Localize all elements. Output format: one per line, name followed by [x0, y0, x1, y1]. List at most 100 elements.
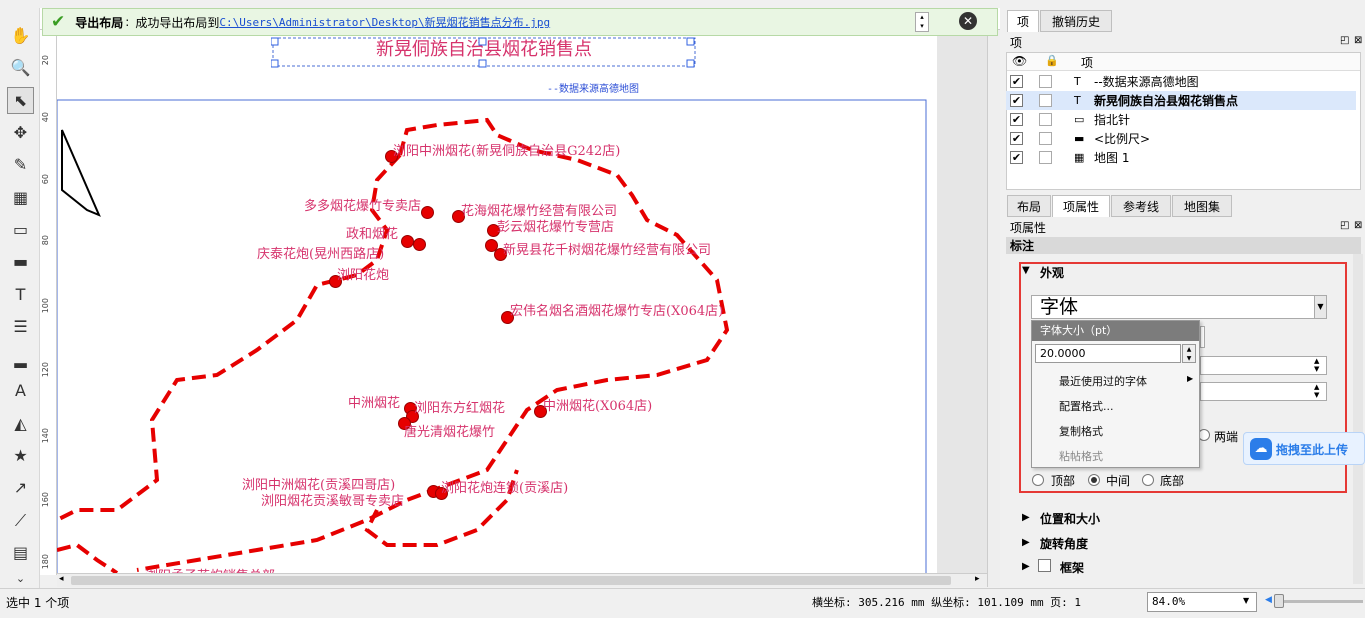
add-map-icon[interactable]: ▭	[7, 216, 34, 243]
message-stepper-icon[interactable]: ▴ ▾	[915, 12, 929, 32]
valign-middle-radio[interactable]	[1088, 474, 1100, 486]
add-shape-icon[interactable]: ◭	[7, 410, 34, 437]
font-size-input[interactable]: 20.0000	[1035, 344, 1181, 363]
lock-checkbox[interactable]	[1039, 75, 1052, 88]
zoom-icon[interactable]: 🔍	[7, 54, 34, 81]
ruler-label: 60	[41, 174, 50, 185]
add-label-icon[interactable]: T	[7, 281, 34, 308]
add-nodes-icon[interactable]: ⟋	[7, 507, 34, 534]
tab-undo-history[interactable]: 撤销历史	[1040, 10, 1112, 32]
font-size-spin-icon[interactable]: ▲ ▼	[1182, 344, 1196, 363]
layer-row[interactable]: ✔ ▬ <比例尺>	[1006, 129, 1356, 148]
status-bar: 选中 1 个项 横坐标: 305.216 mm 纵坐标: 101.109 mm …	[0, 588, 1365, 618]
font-button[interactable]: 字体	[1031, 295, 1316, 319]
visibility-checkbox[interactable]: ✔	[1010, 132, 1023, 145]
ruler-vertical: 20 40 60 80 100 120 140 160 180	[40, 30, 57, 575]
lock-checkbox[interactable]	[1039, 132, 1052, 145]
add-3d-map-icon[interactable]: ▦	[7, 184, 34, 211]
store-label: 中洲烟花(X064店)	[543, 399, 653, 414]
frame-checkbox[interactable]	[1038, 559, 1051, 572]
zoom-slider-left-icon[interactable]: ◀	[1265, 595, 1272, 605]
lock-checkbox[interactable]	[1039, 113, 1052, 126]
menu-configure-format[interactable]: 配置格式...	[1059, 398, 1114, 414]
tab-item-properties[interactable]: 项属性	[1052, 195, 1110, 217]
store-label: 政和烟花	[346, 227, 399, 242]
justify-label: 两端	[1214, 430, 1239, 444]
select-arrow-icon[interactable]: ⬉	[7, 87, 34, 114]
section-rotation[interactable]: 旋转角度	[1040, 535, 1088, 552]
scroll-right-icon[interactable]: ▸	[975, 574, 980, 584]
visibility-checkbox[interactable]: ✔	[1010, 113, 1023, 126]
tab-atlas[interactable]: 地图集	[1172, 195, 1232, 217]
tab-items[interactable]: 项	[1007, 10, 1039, 32]
font-size-header: 字体大小（pt）	[1032, 321, 1199, 341]
zoom-slider-handle[interactable]	[1274, 594, 1284, 608]
visibility-checkbox[interactable]: ✔	[1010, 151, 1023, 164]
horizontal-scrollbar[interactable]: ◂ ▸	[57, 573, 987, 587]
spin-arrows-icon[interactable]: ▲ ▼	[1314, 383, 1319, 399]
move-content-icon[interactable]: ✥	[7, 119, 34, 146]
vertical-scrollbar[interactable]	[987, 30, 1000, 587]
message-title: 导出布局	[75, 15, 124, 30]
float-panel-icon[interactable]: ◰	[1340, 35, 1349, 46]
float-panel-icon[interactable]: ◰	[1340, 220, 1349, 231]
cloud-upload-icon: ☁	[1250, 438, 1272, 460]
add-legend-icon[interactable]: ☰	[7, 313, 34, 340]
add-scalebar-icon[interactable]: ▂	[7, 345, 34, 372]
zoom-slider[interactable]	[1275, 600, 1363, 603]
font-dropdown-icon[interactable]: ▼	[1314, 295, 1327, 319]
close-panel-icon[interactable]: ⊠	[1354, 220, 1362, 231]
layer-row-selected[interactable]: ✔ T 新晃侗族自治县烟花销售点	[1006, 91, 1356, 110]
valign-top-radio[interactable]	[1032, 474, 1044, 486]
store-label: 浏阳中洲烟花(新晃侗族自治县G242店)	[393, 144, 621, 159]
layer-row[interactable]: ✔ ▦ 地图 1	[1006, 148, 1356, 167]
visibility-checkbox[interactable]: ✔	[1010, 75, 1023, 88]
hidden-input-2[interactable]	[1200, 382, 1327, 401]
cursor-coordinates: 横坐标: 305.216 mm 纵坐标: 101.109 mm 页: 1	[812, 596, 1082, 609]
lock-checkbox[interactable]	[1039, 94, 1052, 107]
expand-arrow-icon[interactable]: ▶	[1022, 512, 1030, 523]
scroll-left-icon[interactable]: ◂	[59, 574, 64, 584]
layer-row[interactable]: ✔ ▭ 指北针	[1006, 110, 1356, 129]
section-frame[interactable]: 框架	[1060, 559, 1084, 576]
ruler-label: 80	[41, 235, 50, 246]
valign-bottom-radio[interactable]	[1142, 474, 1154, 486]
menu-paste-format[interactable]: 粘帖格式	[1059, 448, 1103, 464]
scroll-thumb[interactable]	[71, 576, 951, 585]
visibility-checkbox[interactable]: ✔	[1010, 94, 1023, 107]
store-label: 多多烟花爆竹专卖店	[304, 199, 422, 214]
properties-scrollbar[interactable]	[1353, 254, 1363, 584]
layer-label: --数据来源高德地图	[1094, 75, 1199, 89]
north-arrow[interactable]	[61, 129, 101, 217]
add-arrow-icon[interactable]: ↗	[7, 474, 34, 501]
data-source-label[interactable]: --数据来源高德地图	[547, 80, 639, 95]
tab-layout[interactable]: 布局	[1007, 195, 1051, 217]
add-picture-icon[interactable]: ▬	[7, 248, 34, 275]
tab-guides[interactable]: 参考线	[1111, 195, 1171, 217]
selection-handles[interactable]	[271, 36, 701, 70]
zoom-dropdown-icon[interactable]: ▼	[1243, 596, 1249, 605]
layer-row[interactable]: ✔ T --数据来源高德地图	[1006, 72, 1356, 91]
spin-arrows-icon[interactable]: ▲ ▼	[1314, 357, 1319, 373]
menu-copy-format[interactable]: 复制格式	[1059, 423, 1103, 439]
close-message-icon[interactable]: ✕	[959, 12, 977, 30]
lock-checkbox[interactable]	[1039, 151, 1052, 164]
ruler-label: 180	[41, 554, 50, 570]
add-north-arrow-icon[interactable]: A	[7, 377, 34, 404]
menu-recent-fonts[interactable]: 最近使用过的字体	[1059, 373, 1147, 389]
store-label: 浏阳花炮连锁(贡溪店)	[441, 481, 569, 496]
add-marker-icon[interactable]: ★	[7, 442, 34, 469]
export-file-link[interactable]: C:\Users\Administrator\Desktop\新晃烟花销售点分布…	[219, 14, 550, 30]
add-html-icon[interactable]: ▤	[7, 539, 34, 566]
expand-arrow-icon[interactable]: ▶	[1022, 537, 1030, 548]
upload-badge[interactable]: ☁ 拖拽至此上传	[1243, 432, 1365, 465]
layout-canvas[interactable]: 新晃侗族自治县烟花销售点 --数据来源高德地图 浏阳中洲烟花(新晃侗族自治县G2…	[57, 30, 937, 573]
close-panel-icon[interactable]: ⊠	[1354, 35, 1362, 46]
hidden-input-1[interactable]	[1200, 356, 1327, 375]
expand-arrow-icon[interactable]: ▶	[1022, 561, 1030, 572]
zoom-select[interactable]: 84.0%	[1147, 592, 1257, 612]
edit-nodes-icon[interactable]: ✎	[7, 151, 34, 178]
section-position-size[interactable]: 位置和大小	[1040, 510, 1100, 527]
pan-hand-icon[interactable]: ✋	[7, 22, 34, 49]
collapse-arrow-icon[interactable]: ▼	[1022, 265, 1030, 276]
